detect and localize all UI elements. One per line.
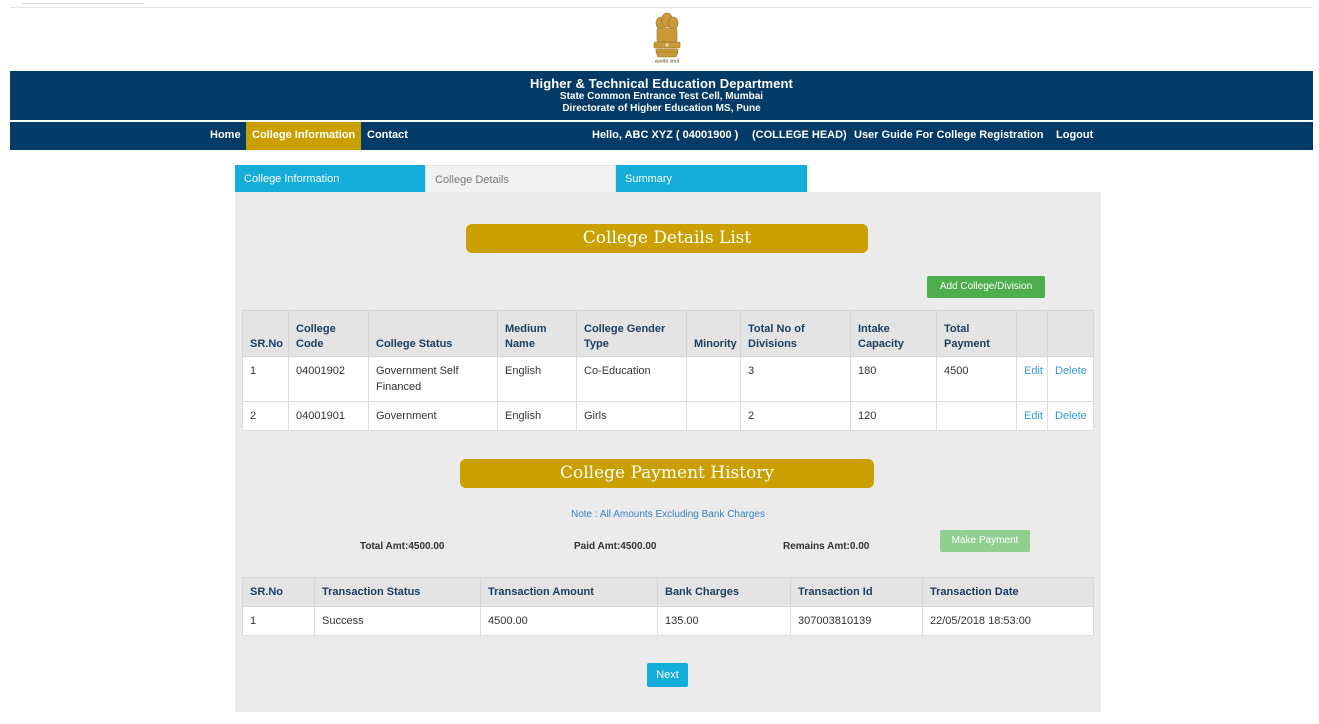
paid-amount: Paid Amt:4500.00	[574, 541, 657, 552]
col-medium-name: Medium Name	[497, 310, 577, 357]
add-college-division-button[interactable]: Add College/Division	[927, 276, 1045, 298]
cell-college-status: Government Self Financed	[368, 356, 498, 402]
col-sr-no: SR.No	[242, 577, 315, 607]
edit-link[interactable]: Edit	[1016, 356, 1048, 402]
college-details-heading: College Details List	[466, 224, 868, 253]
table-row: 1 Success 4500.00 135.00 307003810139 22…	[242, 606, 1094, 636]
cell-medium-name: English	[497, 356, 577, 402]
delete-link[interactable]: Delete	[1047, 356, 1094, 402]
col-bank-charges: Bank Charges	[657, 577, 791, 607]
edit-link[interactable]: Edit	[1016, 401, 1048, 431]
col-transaction-id: Transaction Id	[790, 577, 923, 607]
cell-transaction-status: Success	[314, 606, 481, 636]
cell-gender-type: Co-Education	[576, 356, 687, 402]
col-intake-capacity: Intake Capacity	[850, 310, 937, 357]
cell-sr-no: 2	[242, 401, 289, 431]
header-subtitle-2: Directorate of Higher Education MS, Pune	[562, 103, 761, 114]
user-guide-link[interactable]: User Guide For College Registration	[848, 122, 1049, 150]
emblem-caption: सत्यमेव जयते	[654, 59, 680, 65]
col-gender-type: College Gender Type	[576, 310, 687, 357]
nav-college-information[interactable]: College Information	[246, 122, 362, 150]
tab-college-information[interactable]: College Information	[235, 165, 425, 193]
header-subtitle-1: State Common Entrance Test Cell, Mumbai	[559, 91, 764, 102]
cell-intake-capacity: 180	[850, 356, 937, 402]
table-row: 1 04001902 Government Self Financed Engl…	[242, 356, 1094, 402]
cell-sr-no: 1	[242, 606, 315, 636]
make-payment-button[interactable]: Make Payment	[940, 530, 1030, 552]
header-banner: Higher & Technical Education Department …	[10, 71, 1313, 120]
col-minority: Minority	[686, 310, 741, 357]
remaining-amount: Remains Amt:0.00	[783, 541, 870, 552]
cell-college-code: 04001901	[288, 401, 369, 431]
table-row: 2 04001901 Government English Girls 2 12…	[242, 401, 1094, 431]
cell-medium-name: English	[497, 401, 577, 431]
payment-header-row: SR.No Transaction Status Transaction Amo…	[242, 577, 1094, 607]
user-greeting: Hello, ABC XYZ ( 04001900 )	[592, 129, 739, 141]
payment-history-heading: College Payment History	[460, 459, 874, 488]
cell-college-code: 04001902	[288, 356, 369, 402]
cell-college-status: Government	[368, 401, 498, 431]
nav-contact[interactable]: Contact	[361, 122, 414, 150]
cell-bank-charges: 135.00	[657, 606, 791, 636]
cell-total-divisions: 2	[740, 401, 851, 431]
col-delete	[1047, 310, 1094, 357]
col-college-status: College Status	[368, 310, 498, 357]
payment-history-table: SR.No Transaction Status Transaction Amo…	[242, 577, 1094, 636]
user-role: (COLLEGE HEAD)	[752, 129, 847, 141]
cell-gender-type: Girls	[576, 401, 687, 431]
top-navbar: Home College Information Contact Hello, …	[10, 122, 1313, 150]
col-college-code: College Code	[288, 310, 369, 357]
college-details-header-row: SR.No College Code College Status Medium…	[242, 310, 1094, 357]
col-total-payment: Total Payment	[936, 310, 1017, 357]
nav-home[interactable]: Home	[204, 122, 247, 150]
cell-sr-no: 1	[242, 356, 289, 402]
cell-transaction-amount: 4500.00	[480, 606, 658, 636]
cell-total-payment	[936, 401, 1017, 431]
tab-college-details[interactable]: College Details	[425, 165, 616, 193]
cell-transaction-id: 307003810139	[790, 606, 923, 636]
cell-total-divisions: 3	[740, 356, 851, 402]
col-transaction-status: Transaction Status	[314, 577, 481, 607]
total-amount: Total Amt:4500.00	[360, 541, 445, 552]
cell-total-payment: 4500	[936, 356, 1017, 402]
col-sr-no: SR.No	[242, 310, 289, 357]
tab-summary[interactable]: Summary	[616, 165, 807, 193]
logout-link[interactable]: Logout	[1050, 122, 1099, 150]
cell-intake-capacity: 120	[850, 401, 937, 431]
amount-note: Note : All Amounts Excluding Bank Charge…	[571, 509, 765, 520]
col-transaction-amount: Transaction Amount	[480, 577, 658, 607]
col-transaction-date: Transaction Date	[922, 577, 1094, 607]
col-total-divisions: Total No of Divisions	[740, 310, 851, 357]
delete-link[interactable]: Delete	[1047, 401, 1094, 431]
department-title: Higher & Technical Education Department	[530, 76, 793, 91]
cell-minority	[686, 401, 741, 431]
college-details-table: SR.No College Code College Status Medium…	[242, 310, 1094, 431]
next-button[interactable]: Next	[647, 663, 688, 687]
col-edit	[1016, 310, 1048, 357]
emblem-icon: सत्यमेव जयते	[648, 9, 686, 69]
top-rule	[10, 7, 1313, 8]
cell-transaction-date: 22/05/2018 18:53:00	[922, 606, 1094, 636]
cell-minority	[686, 356, 741, 402]
